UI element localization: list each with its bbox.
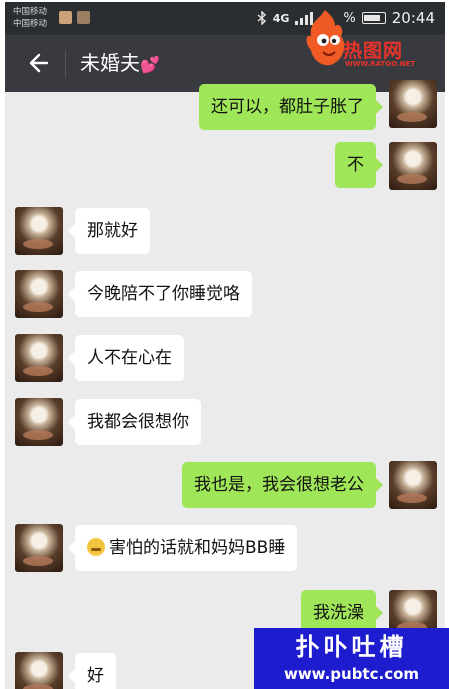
- message-row: 我也是，我会很想老公: [5, 461, 445, 513]
- notification-app-icon: [59, 11, 72, 24]
- carrier-2: 中国移动: [13, 19, 48, 29]
- message-row: 害怕的话就和妈妈BB睡: [5, 524, 445, 576]
- logo-url: WWW.RATOO.NET: [345, 60, 416, 68]
- contact-avatar[interactable]: [15, 524, 63, 572]
- message-text: 害怕的话就和妈妈BB睡: [109, 538, 286, 558]
- heart-emoji: 💕: [140, 55, 160, 74]
- sent-message-bubble[interactable]: 我也是，我会很想老公: [182, 462, 383, 508]
- logo-text: 热图网: [343, 40, 404, 62]
- notification-icons: [59, 11, 90, 24]
- back-arrow-icon[interactable]: [25, 49, 49, 77]
- sent-message-bubble[interactable]: 不: [335, 142, 383, 188]
- received-message-bubble[interactable]: 今晚陪不了你睡觉咯: [68, 271, 252, 317]
- received-message-bubble[interactable]: 好: [68, 653, 116, 689]
- contact-avatar[interactable]: [15, 398, 63, 446]
- message-row: 那就好: [5, 207, 445, 259]
- my-avatar[interactable]: [389, 461, 437, 509]
- message-row: 不: [5, 142, 445, 194]
- phone-screen: 中国移动 中国移动 4G % 20:44 未婚夫💕 热图网 WWW.RATOO.…: [5, 2, 445, 689]
- contact-avatar[interactable]: [15, 207, 63, 255]
- chat-area[interactable]: 还可以，都肚子胀了 不 那就好 今晚陪不了你睡觉咯 人不在心在 我都会很想你 我…: [5, 80, 445, 689]
- network-type: 4G: [272, 11, 290, 25]
- message-row: 今晚陪不了你睡觉咯: [5, 270, 445, 322]
- message-row: 我都会很想你: [5, 398, 445, 450]
- my-avatar[interactable]: [389, 142, 437, 190]
- contact-avatar[interactable]: [15, 270, 63, 318]
- bluetooth-icon: [257, 11, 266, 25]
- watermark-title: 扑卟吐槽: [295, 633, 408, 661]
- received-message-bubble[interactable]: 人不在心在: [68, 335, 184, 381]
- title-divider: [65, 51, 66, 77]
- contact-name: 未婚夫: [80, 51, 140, 75]
- my-avatar[interactable]: [389, 80, 437, 128]
- message-row: 人不在心在: [5, 334, 445, 386]
- site-logo-watermark: 热图网 WWW.RATOO.NET: [301, 8, 439, 70]
- contact-avatar[interactable]: [15, 334, 63, 382]
- received-message-bubble[interactable]: 我都会很想你: [68, 399, 201, 445]
- message-row: 还可以，都肚子胀了: [5, 80, 445, 132]
- carrier-1: 中国移动: [13, 7, 48, 17]
- notification-app-icon: [77, 11, 90, 24]
- received-message-bubble[interactable]: 那就好: [68, 208, 150, 254]
- thinking-face-emoji-icon: [87, 538, 105, 556]
- site-watermark-banner: 扑卟吐槽 www.pubtc.com: [254, 628, 449, 689]
- contact-avatar[interactable]: [15, 652, 63, 689]
- sent-message-bubble[interactable]: 还可以，都肚子胀了: [199, 84, 383, 130]
- page-title: 未婚夫💕: [80, 49, 160, 79]
- watermark-url: www.pubtc.com: [283, 665, 420, 683]
- carrier-info: 中国移动 中国移动: [13, 6, 47, 30]
- received-message-bubble[interactable]: 害怕的话就和妈妈BB睡: [67, 525, 298, 571]
